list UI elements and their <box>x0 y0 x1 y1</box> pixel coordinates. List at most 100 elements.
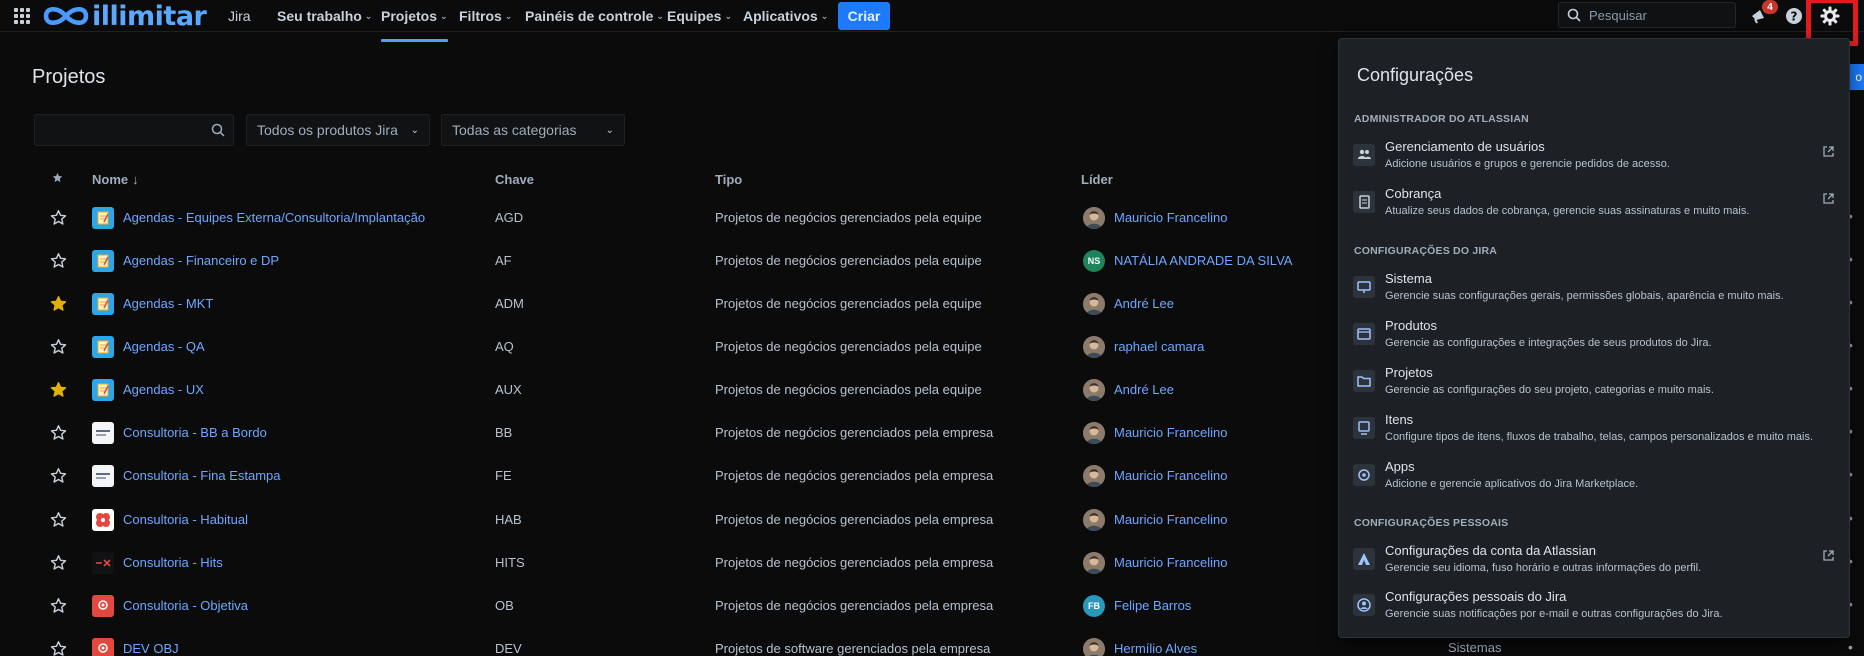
nav-apps-label: Aplicativos <box>743 8 818 24</box>
project-lead-cell: Mauricio Francelino <box>1083 541 1227 584</box>
project-lead-link[interactable]: Felipe Barros <box>1114 598 1191 613</box>
project-avatar-icon <box>92 421 114 444</box>
project-type: Projetos de negócios gerenciados pela em… <box>715 425 994 440</box>
settings-item-description: Gerencie as configurações e integrações … <box>1385 337 1712 349</box>
project-name-link[interactable]: Agendas - Financeiro e DP <box>123 253 279 268</box>
nav-filters[interactable]: Filtros ⌄ <box>459 7 512 25</box>
settings-menu-item-users[interactable]: Gerenciamento de usuários Adicione usuári… <box>1339 133 1849 177</box>
chevron-down-icon: ⌄ <box>724 10 733 21</box>
project-name-link[interactable]: Agendas - QA <box>123 339 205 354</box>
project-avatar-icon <box>92 249 114 272</box>
help-button[interactable]: ? <box>1782 4 1806 28</box>
favorite-star-button[interactable] <box>50 541 67 584</box>
favorite-star-button[interactable] <box>50 411 67 454</box>
category-filter-value: Todas as categorias <box>452 122 577 138</box>
avatar[interactable] <box>1083 464 1105 487</box>
more-actions-icon[interactable]: • <box>1848 639 1853 655</box>
avatar[interactable] <box>1083 508 1105 531</box>
project-name-cell: Consultoria - Fina Estampa <box>92 454 281 497</box>
settings-menu-item-issues[interactable]: Itens Configure tipos de itens, fluxos de… <box>1339 406 1849 450</box>
settings-item-title: Projetos <box>1385 365 1433 380</box>
project-lead-link[interactable]: Mauricio Francelino <box>1114 210 1227 225</box>
project-name-link[interactable]: Consultoria - Habitual <box>123 512 248 527</box>
project-lead-link[interactable]: Mauricio Francelino <box>1114 555 1227 570</box>
project-name-link[interactable]: Consultoria - Hits <box>123 555 223 570</box>
settings-item-title: Apps <box>1385 459 1415 474</box>
project-search-input[interactable] <box>34 114 234 146</box>
favorite-star-button[interactable] <box>50 368 67 411</box>
project-name-link[interactable]: Agendas - Equipes Externa/Consultoria/Im… <box>123 210 425 225</box>
category-filter-select[interactable]: Todas as categorias ⌄ <box>441 114 625 146</box>
lead-column-header[interactable]: Líder <box>1081 172 1113 187</box>
favorite-star-button[interactable] <box>50 282 67 325</box>
type-column-header[interactable]: Tipo <box>715 172 742 187</box>
project-name-link[interactable]: DEV OBJ <box>123 641 179 656</box>
project-name-cell: Consultoria - Objetiva <box>92 584 248 627</box>
create-button[interactable]: Criar <box>838 2 890 30</box>
avatar[interactable] <box>1083 292 1105 315</box>
project-lead-cell: Mauricio Francelino <box>1083 196 1227 239</box>
project-name-link[interactable]: Consultoria - Objetiva <box>123 598 248 613</box>
project-name-cell: Agendas - Equipes Externa/Consultoria/Im… <box>92 196 425 239</box>
favorite-star-button[interactable] <box>50 325 67 368</box>
illimitar-logo[interactable]: illimitar <box>42 1 207 32</box>
project-name-cell: Consultoria - Habitual <box>92 498 248 541</box>
project-lead-link[interactable]: Mauricio Francelino <box>1114 425 1227 440</box>
key-column-label: Chave <box>495 172 535 187</box>
settings-menu-item-apps[interactable]: Apps Adicione e gerencie aplicativos do J… <box>1339 453 1849 497</box>
favorite-star-button[interactable] <box>50 584 67 627</box>
search-input[interactable] <box>1589 7 1729 23</box>
project-avatar-icon <box>92 464 114 487</box>
project-row: Agendas - QA AQ Projetos de negócios geren… <box>0 325 1340 368</box>
avatar[interactable] <box>1083 421 1105 444</box>
settings-menu-item-atlassian[interactable]: Configurações da conta da Atlassian Geren… <box>1339 537 1849 581</box>
project-name-cell: Agendas - Financeiro e DP <box>92 239 279 282</box>
settings-menu-item-folder[interactable]: Projetos Gerencie as configurações do seu… <box>1339 359 1849 403</box>
settings-menu-item-monitor[interactable]: Sistema Gerencie suas configurações gerai… <box>1339 265 1849 309</box>
settings-item-description: Gerencie suas notificações por e-mail e … <box>1385 608 1723 620</box>
nav-apps[interactable]: Aplicativos ⌄ <box>743 7 828 25</box>
avatar[interactable] <box>1083 378 1105 401</box>
product-filter-select[interactable]: Todos os produtos Jira ⌄ <box>246 114 430 146</box>
nav-your-work[interactable]: Seu trabalho ⌄ <box>277 7 372 25</box>
avatar[interactable] <box>1083 637 1105 656</box>
product-name[interactable]: Jira <box>228 8 251 24</box>
settings-menu-item-person[interactable]: Configurações pessoais do Jira Gerencie s… <box>1339 583 1849 627</box>
project-type: Projetos de negócios gerenciados pela em… <box>715 598 994 613</box>
avatar[interactable] <box>1083 551 1105 574</box>
project-lead-link[interactable]: André Lee <box>1114 296 1174 311</box>
project-lead-link[interactable]: Mauricio Francelino <box>1114 512 1227 527</box>
project-lead-link[interactable]: NATÁLIA ANDRADE DA SILVA <box>1114 253 1292 268</box>
favorite-star-button[interactable] <box>50 498 67 541</box>
project-row: Agendas - UX AUX Projetos de negócios gere… <box>0 368 1340 411</box>
settings-menu-item-billing[interactable]: Cobrança Atualize seus dados de cobrança,… <box>1339 180 1849 224</box>
project-lead-link[interactable]: Hermílio Alves <box>1114 641 1197 656</box>
avatar[interactable]: NS <box>1083 249 1105 272</box>
favorite-star-button[interactable] <box>50 627 67 656</box>
avatar[interactable]: FB <box>1083 594 1105 617</box>
favorite-star-button[interactable] <box>50 196 67 239</box>
avatar[interactable] <box>1083 206 1105 229</box>
project-lead-link[interactable]: raphael camara <box>1114 339 1204 354</box>
project-lead-cell: Mauricio Francelino <box>1083 498 1227 541</box>
project-name-link[interactable]: Agendas - MKT <box>123 296 213 311</box>
project-name-link[interactable]: Agendas - UX <box>123 382 204 397</box>
favorite-star-button[interactable] <box>50 239 67 282</box>
avatar[interactable] <box>1083 335 1105 358</box>
project-name-link[interactable]: Consultoria - BB a Bordo <box>123 425 267 440</box>
favorite-star-button[interactable] <box>50 454 67 497</box>
nav-dashboards[interactable]: Painéis de controle ⌄ <box>525 7 664 25</box>
nav-teams[interactable]: Equipes ⌄ <box>667 7 732 25</box>
project-row: DEV OBJ DEV Projetos de software gerenciad… <box>0 627 1340 656</box>
settings-menu-item-window[interactable]: Produtos Gerencie as configurações e inte… <box>1339 312 1849 356</box>
settings-item-title: Gerenciamento de usuários <box>1385 139 1545 154</box>
project-lead-link[interactable]: André Lee <box>1114 382 1174 397</box>
project-lead-cell: Mauricio Francelino <box>1083 454 1227 497</box>
key-column-header[interactable]: Chave <box>495 172 534 187</box>
name-column-header[interactable]: Nome ↓ <box>92 172 139 187</box>
app-switcher-icon[interactable] <box>14 8 30 24</box>
project-lead-link[interactable]: Mauricio Francelino <box>1114 468 1227 483</box>
search-box[interactable] <box>1558 2 1736 28</box>
project-name-link[interactable]: Consultoria - Fina Estampa <box>123 468 281 483</box>
nav-projects[interactable]: Projetos ⌄ <box>381 7 448 42</box>
